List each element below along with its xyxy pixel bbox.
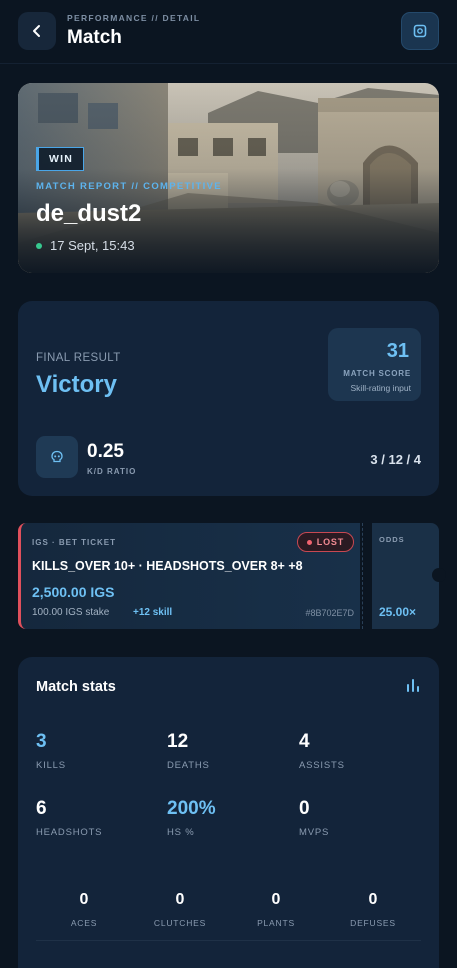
top-bar: PERFORMANCE // DETAIL Match <box>0 0 457 64</box>
share-screenshot-button[interactable] <box>401 12 439 50</box>
aces-value: 0 <box>79 891 89 908</box>
ticket-hash: #8B702E7D <box>305 608 354 618</box>
final-result-label: FINAL RESULT <box>36 352 121 364</box>
mvps-label: MVPS <box>299 827 330 838</box>
hs-percent-label: HS % <box>167 827 195 838</box>
kda-line: 3 / 12 / 4 <box>370 452 421 467</box>
match-score-sub: Skill-rating input <box>350 383 411 393</box>
skull-icon <box>51 450 63 463</box>
aces-stat: 0 ACES <box>39 891 129 928</box>
ticket-perforation <box>362 523 363 629</box>
deaths-label: DEATHS <box>167 760 210 771</box>
odds-value: 25.00× <box>379 605 417 619</box>
hs-percent-value: 200% <box>167 798 216 819</box>
ticket-status-text: LOST <box>316 537 344 547</box>
result-badge: WIN <box>36 147 85 171</box>
clutches-value: 0 <box>175 891 185 908</box>
headshots-value: 6 <box>36 798 47 819</box>
match-type: MATCH REPORT // COMPETITIVE <box>36 181 222 192</box>
match-date: 17 Sept, 15:43 <box>36 238 135 253</box>
match-score-label: MATCH SCORE <box>343 369 411 378</box>
stats-divider <box>36 940 421 941</box>
lost-dot-icon <box>306 539 312 545</box>
kills-value: 3 <box>36 731 47 752</box>
ticket-skill: +12 skill <box>133 607 173 618</box>
mvps-value: 0 <box>299 798 310 819</box>
back-button[interactable] <box>18 12 56 50</box>
ticket-title: KILLS_OVER 10+ · HEADSHOTS_OVER 8+ +8 <box>32 559 303 573</box>
match-stats-title: Match stats <box>36 679 116 695</box>
map-name: de_dust2 <box>36 200 142 227</box>
deaths-value: 12 <box>167 731 189 752</box>
ticket-stake: 100.00 IGS stake <box>32 607 110 618</box>
kd-ratio-label: K/D RATIO <box>87 467 137 476</box>
aces-label: ACES <box>70 918 98 928</box>
match-score-box: 31 MATCH SCORE Skill-rating input <box>328 328 421 401</box>
plants-label: PLANTS <box>257 918 295 928</box>
ticket-status-badge: LOST <box>296 532 354 552</box>
match-date-text: 17 Sept, 15:43 <box>50 238 135 253</box>
match-hero-card: WIN MATCH REPORT // COMPETITIVE de_dust2… <box>18 83 439 273</box>
defuses-value: 0 <box>368 891 378 908</box>
plants-value: 0 <box>271 891 281 908</box>
screenshot-icon <box>413 24 427 38</box>
ticket-amount: 2,500.00 IGS <box>32 584 115 600</box>
defuses-stat: 0 DEFUSES <box>328 891 418 928</box>
ticket-notch <box>18 568 21 582</box>
ticket-kicker: IGS · BET TICKET <box>32 538 116 547</box>
bet-ticket[interactable]: IGS · BET TICKET LOST KILLS_OVER 10+ · H… <box>18 523 360 629</box>
page-title: Match <box>67 27 122 48</box>
clutches-label: CLUTCHES <box>153 918 207 928</box>
final-result-value: Victory <box>36 371 117 398</box>
final-result-card: FINAL RESULT Victory 31 MATCH SCORE Skil… <box>18 301 439 496</box>
defuses-label: DEFUSES <box>350 918 396 928</box>
bar-chart-button[interactable] <box>405 677 421 698</box>
clutches-stat: 0 CLUTCHES <box>135 891 225 928</box>
odds-notch <box>432 568 446 582</box>
chevron-left-icon <box>33 25 40 37</box>
bar-chart-icon <box>407 679 419 692</box>
kd-icon-box <box>36 436 78 478</box>
odds-label: ODDS <box>379 535 405 544</box>
assists-value: 4 <box>299 731 310 752</box>
status-dot <box>36 242 42 249</box>
kills-label: KILLS <box>36 760 66 771</box>
ticket-odds-stub: ODDS 25.00× <box>372 523 446 629</box>
plants-stat: 0 PLANTS <box>231 891 321 928</box>
match-score-value: 31 <box>386 340 409 362</box>
headshots-label: HEADSHOTS <box>36 827 103 838</box>
page-kicker: PERFORMANCE // DETAIL <box>67 13 201 23</box>
kd-ratio-value: 0.25 <box>87 441 124 462</box>
match-stats-card: Match stats 3 KILLS 12 DEATHS 4 ASSISTS … <box>18 657 439 968</box>
assists-label: ASSISTS <box>299 760 345 771</box>
